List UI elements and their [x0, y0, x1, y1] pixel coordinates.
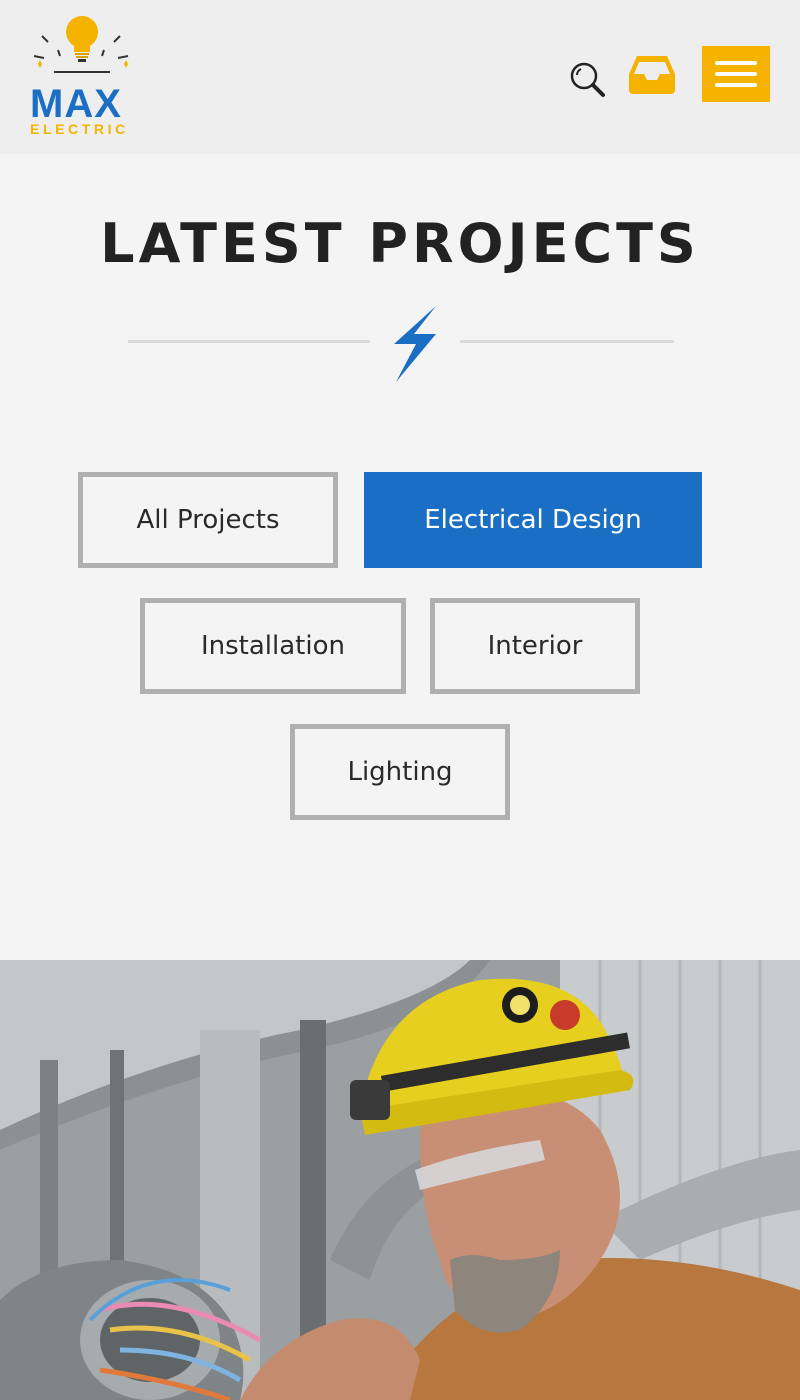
hamburger-menu-icon-bar	[715, 72, 757, 76]
search-icon	[570, 62, 605, 97]
hamburger-menu-icon-bar	[715, 83, 757, 87]
section-title: LATEST PROJECTS	[100, 212, 700, 275]
electrician-photo-image	[0, 960, 800, 1400]
filter-all-projects[interactable]: All Projects	[78, 472, 338, 568]
title-divider-right	[460, 340, 674, 343]
site-logo[interactable]: MAX ELECTRIC	[26, 12, 138, 140]
hamburger-menu-button[interactable]	[702, 46, 770, 102]
filter-installation[interactable]: Installation	[140, 598, 406, 694]
logo-tagline: ELECTRIC	[30, 121, 129, 137]
site-header: MAX ELECTRIC	[0, 0, 800, 154]
lightning-bolt-icon	[394, 306, 436, 382]
cart-button[interactable]	[628, 54, 676, 96]
project-photo[interactable]	[0, 960, 800, 1400]
logo-wordmark: MAX	[30, 82, 122, 126]
filter-electrical-design[interactable]: Electrical Design	[364, 472, 702, 568]
light-bulb-icon	[33, 16, 129, 73]
title-divider-left	[128, 340, 370, 343]
inbox-tray-icon	[629, 56, 675, 94]
filter-lighting[interactable]: Lighting	[290, 724, 510, 820]
search-button[interactable]	[566, 58, 608, 100]
filter-interior[interactable]: Interior	[430, 598, 640, 694]
hamburger-menu-icon-bar	[715, 61, 757, 65]
